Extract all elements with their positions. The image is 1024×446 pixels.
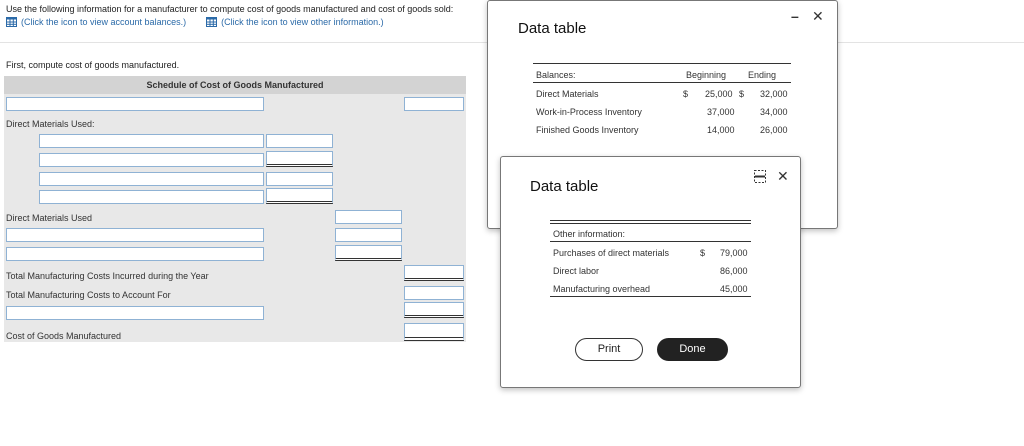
other-information-link[interactable]: (Click the icon to view other informatio… xyxy=(206,17,384,27)
dm-line1-amount-input[interactable] xyxy=(266,134,333,148)
dm-line2-account-input[interactable] xyxy=(39,153,264,167)
dm-line3-amount-input[interactable] xyxy=(266,172,333,186)
beginning-value: 25,000 xyxy=(705,89,733,99)
balances-header: Balances: xyxy=(536,70,576,80)
direct-labor-amount-input[interactable] xyxy=(335,228,402,242)
dm-line1-account-input[interactable] xyxy=(39,134,264,148)
dm-line4-account-input[interactable] xyxy=(39,190,264,204)
dm-used-header-label: Direct Materials Used: xyxy=(6,119,95,129)
overhead-account-input[interactable] xyxy=(6,247,264,261)
done-button[interactable]: Done xyxy=(657,338,728,361)
schedule-heading-input[interactable] xyxy=(6,97,264,111)
dm-used-label: Direct Materials Used xyxy=(6,213,93,223)
print-button[interactable]: Print xyxy=(575,338,643,361)
balances-table: Balances: Beginning Ending Direct Materi… xyxy=(533,63,791,143)
row-label: Direct Materials xyxy=(536,89,599,99)
dm-line2-amount-input[interactable] xyxy=(266,151,333,167)
currency-symbol: $ xyxy=(683,89,689,99)
total-account-amount-input[interactable] xyxy=(404,286,464,300)
beginning-value: 37,000 xyxy=(707,107,735,117)
account-balances-link[interactable]: (Click the icon to view account balances… xyxy=(6,17,186,27)
ending-wip-account-input[interactable] xyxy=(6,306,264,320)
link-row: (Click the icon to view account balances… xyxy=(6,17,404,27)
minimize-icon[interactable]: – xyxy=(791,8,799,24)
row-label: Work-in-Process Inventory xyxy=(536,107,642,117)
row-label: Purchases of direct materials xyxy=(553,248,670,258)
beginning-header: Beginning xyxy=(686,70,727,80)
dialog-title: Data table xyxy=(518,20,587,37)
value: 79,000 xyxy=(720,248,748,258)
direct-labor-account-input[interactable] xyxy=(6,228,264,242)
table-icon xyxy=(6,17,17,27)
cogm-label: Cost of Goods Manufactured xyxy=(6,331,122,341)
total-account-label: Total Manufacturing Costs to Account For xyxy=(6,290,171,300)
schedule-panel xyxy=(4,76,466,342)
close-icon[interactable]: ✕ xyxy=(777,168,789,185)
row-label: Manufacturing overhead xyxy=(553,284,651,294)
instructions-text: Use the following information for a manu… xyxy=(6,4,454,14)
schedule-heading-amount-input[interactable] xyxy=(404,97,464,111)
overhead-amount-input[interactable] xyxy=(335,245,402,261)
ending-value: 34,000 xyxy=(760,107,788,117)
dm-line3-account-input[interactable] xyxy=(39,172,264,186)
value: 86,000 xyxy=(720,266,748,276)
minimize-icon[interactable] xyxy=(754,170,766,183)
other-info-dialog: Data table ✕ Other information: Purchase… xyxy=(500,156,801,388)
table-icon xyxy=(206,17,218,27)
ending-header: Ending xyxy=(748,70,777,80)
close-icon[interactable]: ✕ xyxy=(812,8,824,25)
other-information-link-text[interactable]: (Click the icon to view other informatio… xyxy=(221,17,384,27)
beginning-value: 14,000 xyxy=(707,125,735,135)
dm-used-amount-input[interactable] xyxy=(335,210,402,224)
schedule-title: Schedule of Cost of Goods Manufactured xyxy=(4,76,466,94)
other-info-header: Other information: xyxy=(553,229,626,239)
ending-wip-amount-input[interactable] xyxy=(404,302,464,318)
currency-symbol: $ xyxy=(700,248,706,258)
ending-value: 26,000 xyxy=(760,125,788,135)
question-prompt: First, compute cost of goods manufacture… xyxy=(6,60,180,70)
row-label: Finished Goods Inventory xyxy=(536,125,639,135)
value: 45,000 xyxy=(720,284,748,294)
total-incurred-amount-input[interactable] xyxy=(404,265,464,281)
row-label: Direct labor xyxy=(553,266,600,276)
ending-value: 32,000 xyxy=(760,89,788,99)
account-balances-link-text[interactable]: (Click the icon to view account balances… xyxy=(21,17,186,27)
dm-line4-amount-input[interactable] xyxy=(266,188,333,204)
cogm-amount-input[interactable] xyxy=(404,323,464,341)
other-info-table: Other information: Purchases of direct m… xyxy=(550,220,751,298)
currency-symbol: $ xyxy=(739,89,745,99)
total-incurred-label: Total Manufacturing Costs Incurred durin… xyxy=(6,271,209,281)
dialog-title: Data table xyxy=(530,178,599,195)
